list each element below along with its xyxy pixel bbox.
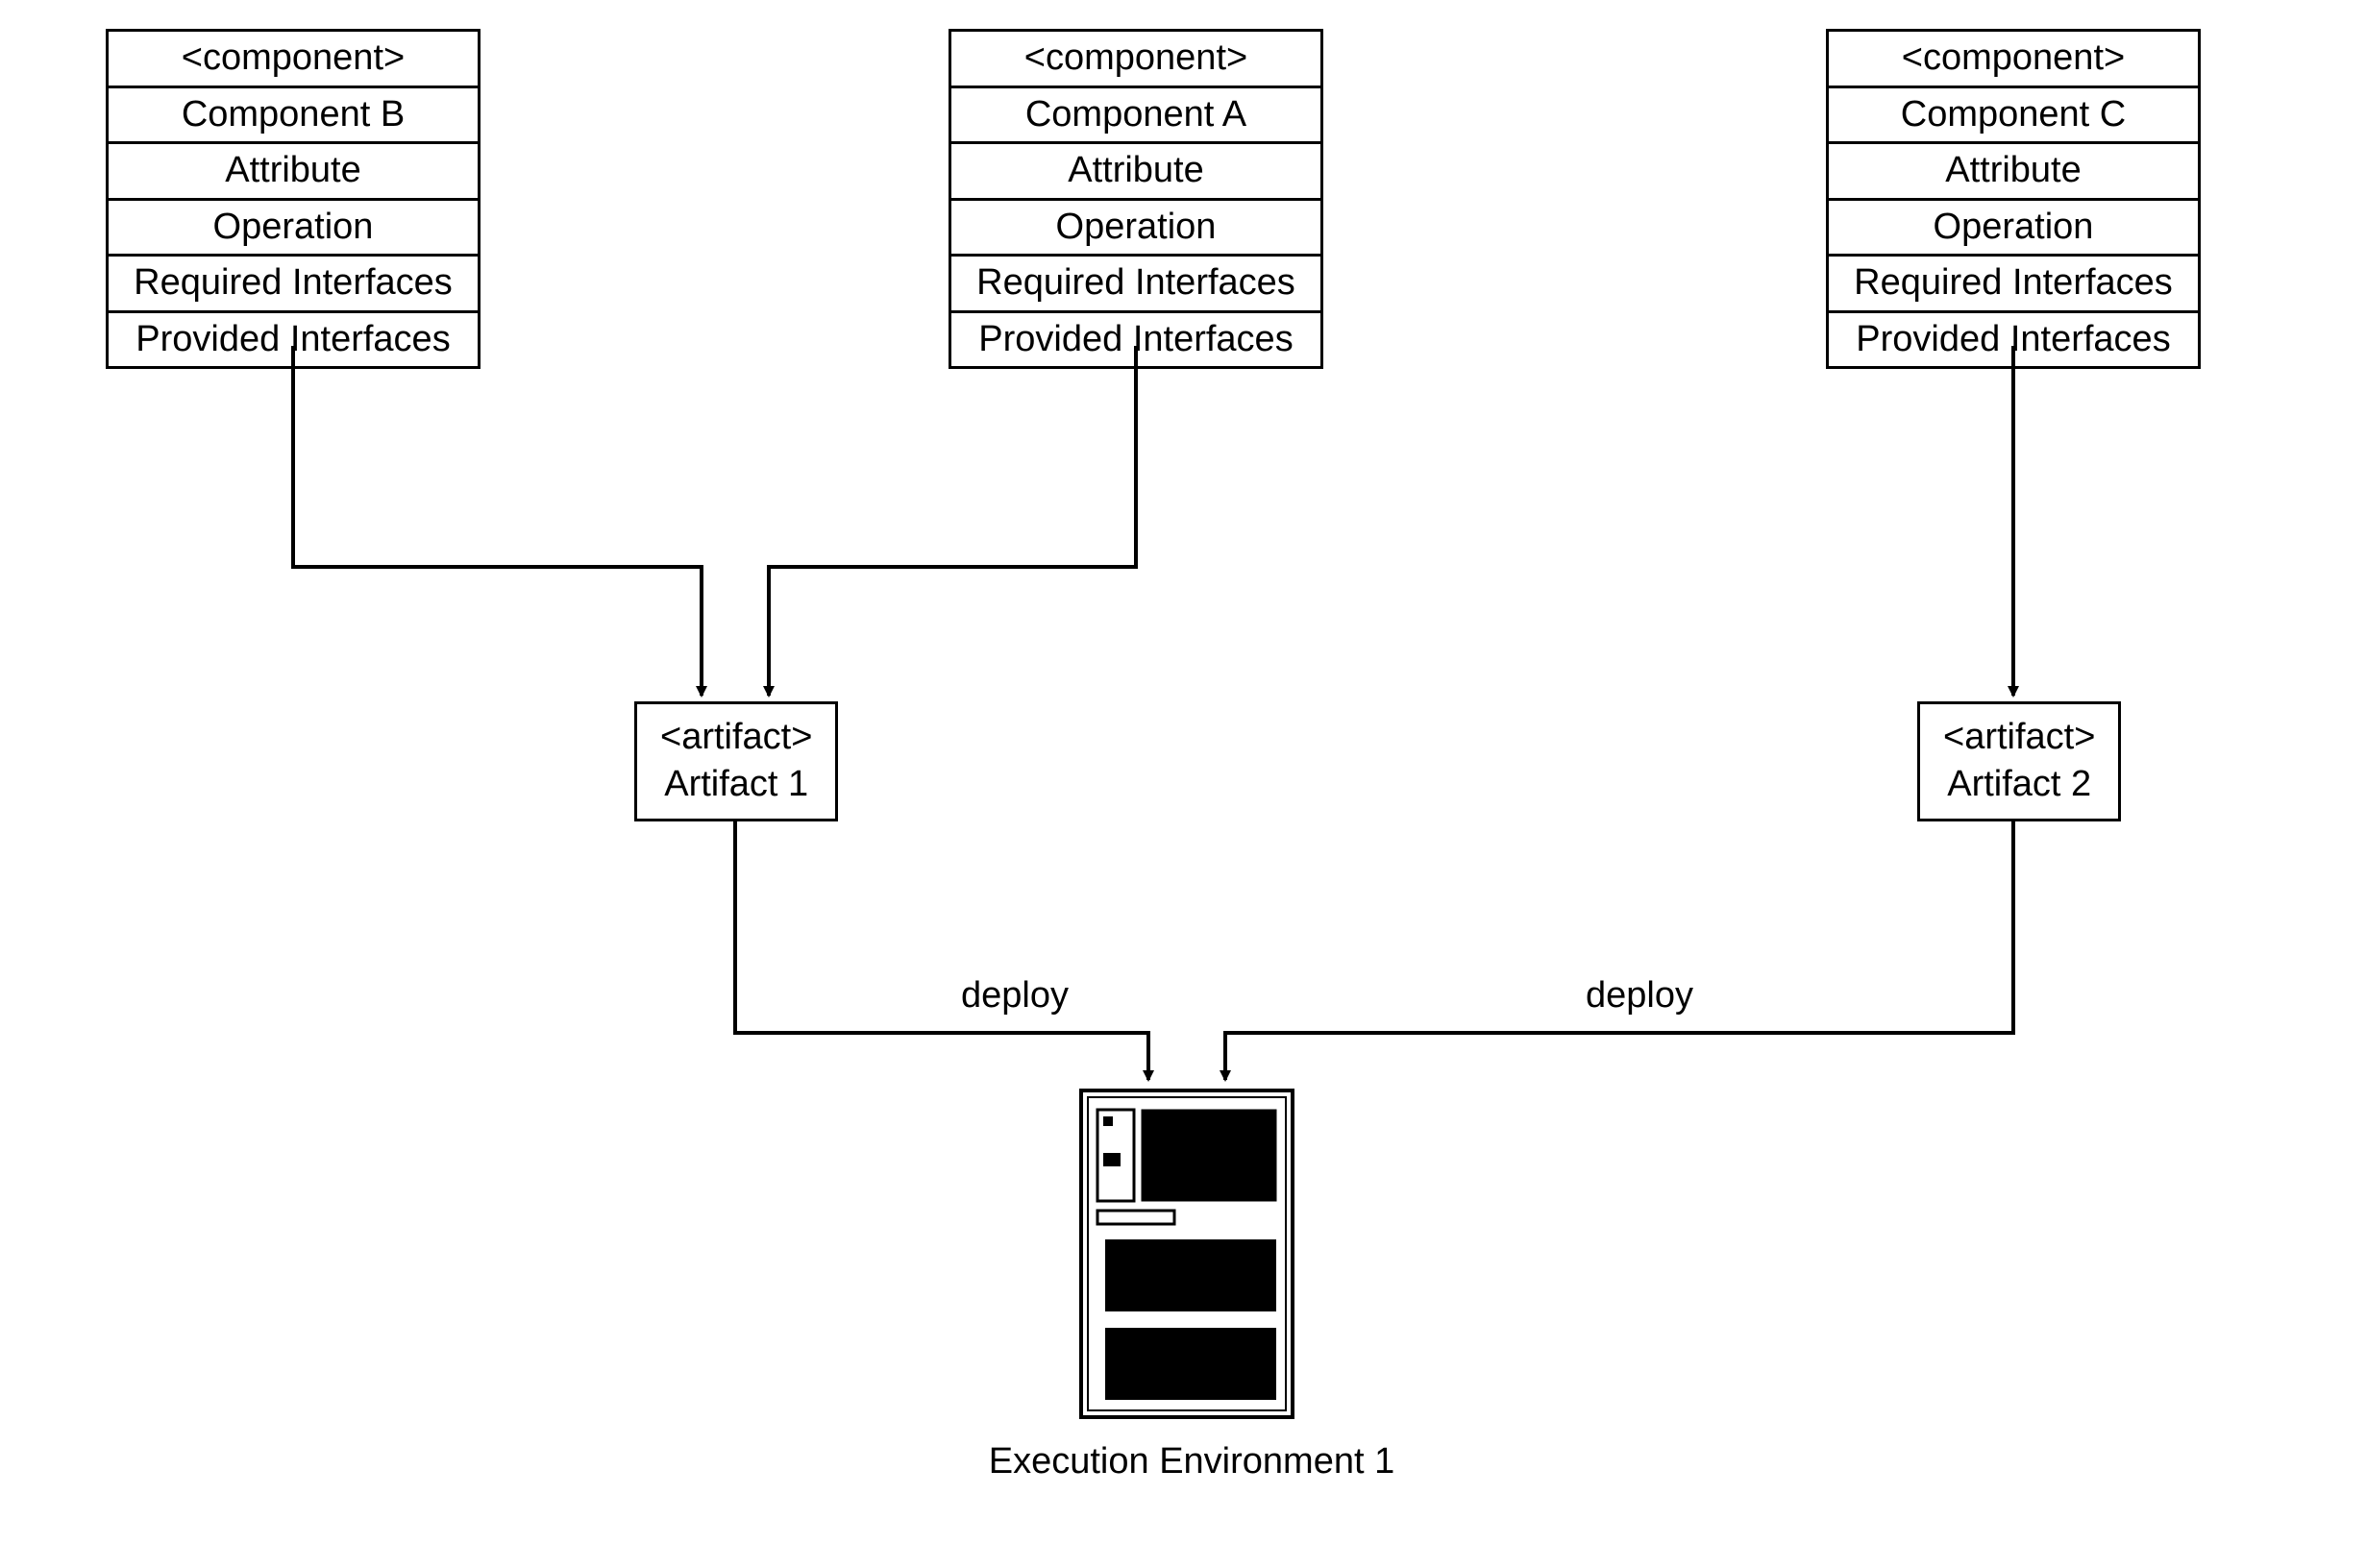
execution-environment-label: Execution Environment 1 (951, 1441, 1432, 1482)
component-c-provided: Provided Interfaces (1829, 313, 2198, 367)
component-c-box: <component> Component C Attribute Operat… (1826, 29, 2201, 369)
component-a-box: <component> Component A Attribute Operat… (949, 29, 1323, 369)
artifact-1-stereotype: <artifact> (660, 714, 812, 761)
artifact-2-name: Artifact 2 (1943, 761, 2095, 808)
component-a-operation: Operation (951, 201, 1320, 257)
component-c-stereotype: <component> (1829, 32, 2198, 88)
component-a-provided: Provided Interfaces (951, 313, 1320, 367)
component-b-box: <component> Component B Attribute Operat… (106, 29, 481, 369)
artifact-1-name: Artifact 1 (660, 761, 812, 808)
component-c-attribute: Attribute (1829, 144, 2198, 201)
component-c-name: Component C (1829, 88, 2198, 145)
component-c-operation: Operation (1829, 201, 2198, 257)
component-a-attribute: Attribute (951, 144, 1320, 201)
component-a-stereotype: <component> (951, 32, 1320, 88)
component-b-stereotype: <component> (109, 32, 478, 88)
component-b-name: Component B (109, 88, 478, 145)
component-b-provided: Provided Interfaces (109, 313, 478, 367)
artifact-2-box: <artifact> Artifact 2 (1917, 701, 2121, 821)
component-c-required: Required Interfaces (1829, 257, 2198, 313)
component-a-name: Component A (951, 88, 1320, 145)
server-icon (1076, 1086, 1297, 1427)
component-b-required: Required Interfaces (109, 257, 478, 313)
artifact-2-stereotype: <artifact> (1943, 714, 2095, 761)
artifact-1-box: <artifact> Artifact 1 (634, 701, 838, 821)
diagram-canvas: <component> Component B Attribute Operat… (0, 0, 2366, 1568)
deploy-label-2: deploy (1586, 975, 1693, 1017)
component-a-required: Required Interfaces (951, 257, 1320, 313)
component-b-attribute: Attribute (109, 144, 478, 201)
deploy-label-1: deploy (961, 975, 1069, 1017)
component-b-operation: Operation (109, 201, 478, 257)
